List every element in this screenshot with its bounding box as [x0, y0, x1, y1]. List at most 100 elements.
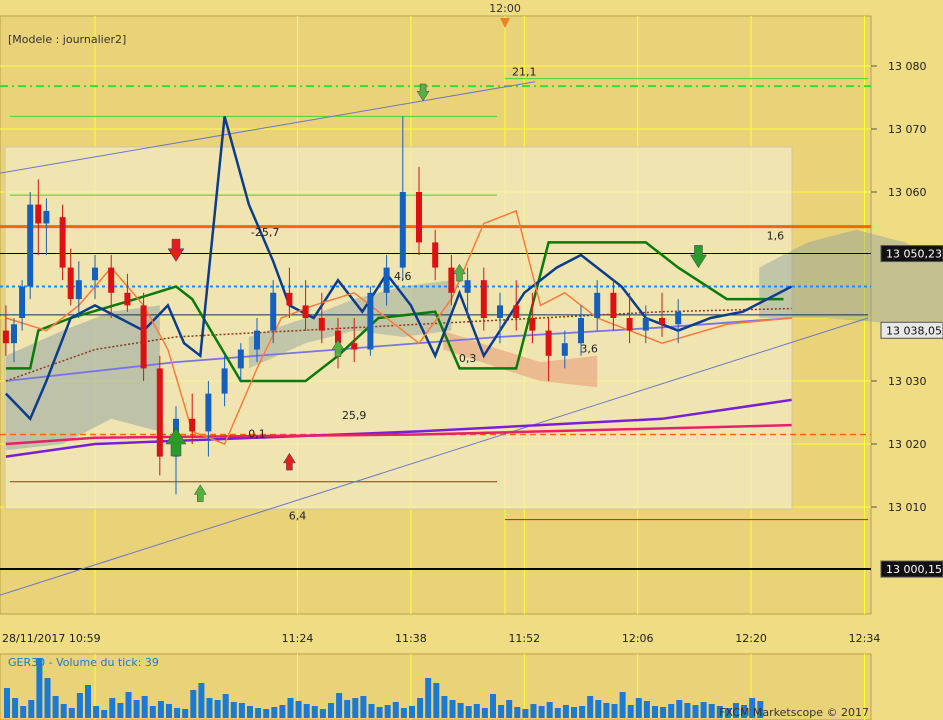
volume-bar — [522, 709, 529, 718]
y-tick-label: 13 060 — [888, 186, 927, 199]
candle-body — [19, 286, 26, 318]
x-tick-label: 12:20 — [735, 632, 767, 645]
price-box-label: 13 050,23 — [886, 248, 942, 261]
volume-bar — [287, 698, 294, 718]
volume-bar — [498, 705, 505, 718]
volume-bar — [417, 698, 424, 718]
volume-bar — [198, 683, 205, 718]
volume-bar — [255, 708, 262, 718]
candle-body — [254, 330, 260, 350]
candle-body — [383, 267, 390, 293]
volume-bar — [360, 696, 367, 718]
annotation-label: 6,4 — [289, 510, 307, 523]
volume-bar — [571, 707, 577, 718]
volume-bar — [668, 704, 675, 718]
volume-bar — [538, 706, 545, 718]
candle-body — [221, 368, 228, 394]
volume-bar — [214, 700, 221, 718]
volume-bar — [635, 698, 642, 718]
volume-bar — [60, 704, 67, 718]
volume-bar — [303, 704, 310, 718]
volume-bar — [384, 705, 391, 718]
volume-bar — [85, 685, 91, 718]
candle-body — [610, 292, 617, 318]
annotation-label: 21,1 — [512, 65, 537, 78]
volume-bar — [619, 692, 626, 718]
volume-bar — [352, 698, 359, 718]
volume-bar — [28, 700, 35, 718]
volume-bar — [76, 693, 83, 718]
volume-bar — [133, 700, 140, 718]
candle-body — [270, 292, 277, 331]
volume-bar — [392, 702, 399, 718]
volume-bar — [117, 703, 124, 718]
candle-body — [561, 343, 568, 356]
volume-bar — [52, 696, 59, 718]
volume-bar — [449, 700, 456, 718]
candle-body — [432, 242, 439, 268]
y-tick-label: 13 020 — [888, 438, 927, 451]
volume-bar — [222, 694, 229, 718]
volume-bar — [247, 706, 253, 718]
volume-bar — [692, 705, 699, 718]
volume-bar — [490, 694, 496, 718]
volume-bar — [149, 706, 156, 718]
annotation-label: 1,6 — [767, 229, 785, 242]
x-axis: 28/11/2017 10:59 11:24 11:38 11:52 12:06 12:2… — [2, 632, 880, 645]
volume-bar — [12, 698, 19, 718]
candle-body — [43, 210, 50, 224]
candle-body — [399, 192, 406, 268]
volume-bar — [20, 706, 27, 718]
volume-bar — [611, 704, 618, 718]
volume-bar — [157, 701, 164, 718]
volume-bar — [4, 688, 10, 718]
volume-label: GER30 - Volume du tick: 39 — [8, 656, 159, 669]
volume-bar — [230, 702, 237, 718]
candle-body — [237, 349, 244, 369]
annotation-label: 3,6 — [580, 343, 598, 356]
volume-bar — [562, 705, 569, 718]
x-tick-label: 11:24 — [282, 632, 314, 645]
candle-body — [67, 267, 74, 300]
volume-bar — [465, 706, 472, 718]
volume-bar — [433, 683, 440, 718]
volume-bar — [279, 705, 286, 718]
x-tick-label: 12:34 — [849, 632, 881, 645]
volume-bar — [238, 703, 245, 718]
candle-body — [594, 292, 601, 318]
volume-bar — [376, 707, 383, 718]
volume-bar — [684, 703, 691, 718]
annotation-label: 25,9 — [342, 409, 367, 422]
volume-bar — [409, 706, 415, 718]
volume-bar — [182, 709, 189, 718]
volume-bar — [627, 705, 634, 718]
volume-bar — [68, 708, 75, 718]
volume-bar — [295, 701, 302, 718]
volume-bar — [206, 698, 213, 718]
y-tick-label: 13 010 — [888, 501, 927, 514]
price-chart: 21,1 -25,7 1,6 4,6 0,3 3,6 25,9 0,1 6,4 13 080 13… — [0, 2, 943, 720]
top-time-label: 12:00 — [489, 2, 521, 15]
y-tick-label: 13 030 — [888, 375, 927, 388]
volume-bar — [271, 707, 278, 718]
candle-body — [578, 318, 584, 344]
volume-bar — [530, 704, 537, 718]
volume-bar — [174, 708, 181, 718]
candle-body — [480, 280, 487, 318]
volume-bar — [441, 696, 448, 718]
x-tick-label: 28/11/2017 10:59 — [2, 632, 101, 645]
volume-bar — [101, 710, 108, 718]
candle-body — [92, 267, 98, 281]
annotation-label: -25,7 — [251, 226, 279, 239]
volume-bar — [344, 700, 351, 718]
volume-bar — [166, 704, 172, 718]
y-tick-label: 13 080 — [888, 60, 927, 73]
volume-bar — [44, 678, 51, 718]
volume-bar — [481, 708, 488, 718]
candle-body — [416, 192, 422, 243]
candle-body — [59, 217, 66, 268]
candle-body — [156, 368, 163, 457]
candle-body — [659, 318, 665, 325]
candle-body — [75, 280, 82, 300]
volume-bar — [676, 700, 683, 718]
